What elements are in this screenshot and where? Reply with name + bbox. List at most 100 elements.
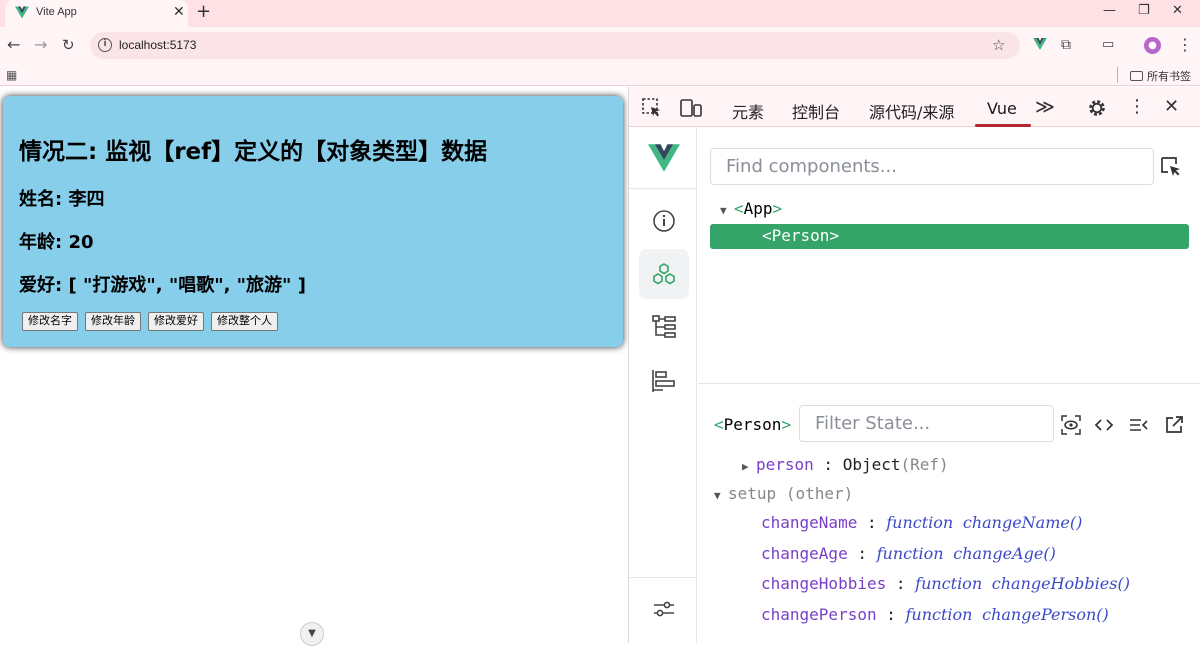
sidebar-divider [629, 577, 697, 578]
collapse-triangle-icon[interactable]: ▼ [714, 489, 728, 502]
vue-sidebar [629, 128, 697, 643]
expand-triangle-icon[interactable]: ▶ [742, 460, 756, 473]
devtools-menu-icon[interactable]: ⋮ [1128, 97, 1146, 117]
state-colon: : [857, 513, 887, 532]
code-icon[interactable] [1094, 415, 1114, 435]
state-colon: : [876, 605, 906, 624]
find-components-box[interactable] [710, 148, 1154, 185]
state-colon: : [847, 544, 877, 563]
function-signature: changeName() [962, 513, 1083, 532]
all-bookmarks-folder[interactable]: 所有书签 [1130, 68, 1191, 84]
scroll-down-icon[interactable]: ▼ [300, 622, 324, 646]
tag-open-bracket: < [762, 226, 772, 245]
vue-devtools-extension-icon[interactable] [1033, 38, 1047, 50]
sidebar-item-tree[interactable] [639, 302, 689, 352]
all-bookmarks-label: 所有书签 [1147, 70, 1191, 83]
hobby-line: 爱好: [ "打游戏", "唱歌", "旅游" ] [19, 275, 306, 296]
component-tree-icon [652, 315, 676, 338]
more-tabs-icon[interactable]: ≫ [1035, 97, 1055, 117]
tree-node-label: Person [771, 226, 830, 245]
function-keyword: function [876, 544, 944, 563]
browser-tab[interactable]: Vite App ✕ [5, 0, 188, 27]
cast-icon[interactable]: ▭ [1102, 36, 1114, 54]
bookmark-star-icon[interactable]: ☆ [992, 36, 1005, 54]
tree-node-label: App [743, 199, 773, 218]
name-line: 姓名: 李四 [19, 189, 105, 210]
devtools-panel: 元素 控制台 源代码/来源 Vue ≫ ⋮ ✕ Find components.… [628, 87, 1200, 643]
expand-triangle-icon[interactable]: ▼ [720, 204, 734, 217]
filter-state-input[interactable] [800, 406, 1053, 441]
tab-vue[interactable]: Vue [987, 99, 1017, 118]
devtools-close-icon[interactable]: ✕ [1164, 97, 1179, 117]
tree-node-person-selected[interactable]: <Person> [710, 224, 1189, 249]
select-component-icon[interactable] [1160, 156, 1182, 178]
state-row-change-hobbies[interactable]: changeHobbies : function changeHobbies() [761, 574, 1130, 593]
bookmarks-bar: ▦ 所有书签 [0, 64, 1200, 86]
change-age-button[interactable]: 修改年龄 [85, 312, 141, 331]
reload-icon[interactable]: ↻ [62, 36, 75, 54]
state-row-change-person[interactable]: changePerson : function changePerson() [761, 605, 1109, 624]
component-tree-pane: ▼<App> <Person> [698, 128, 1200, 384]
settings-gear-icon[interactable] [1086, 97, 1108, 119]
vue-logo-icon [648, 144, 680, 172]
change-person-button[interactable]: 修改整个人 [211, 312, 278, 331]
button-group: 修改名字 修改年龄 修改爱好 修改整个人 [22, 312, 278, 331]
forward-icon[interactable]: → [34, 36, 47, 54]
profile-avatar[interactable]: ● [1144, 37, 1161, 54]
state-key: changeHobbies [761, 574, 887, 593]
state-key: changeName [761, 513, 858, 532]
state-key: person [756, 455, 814, 474]
apps-grid-icon[interactable]: ▦ [6, 68, 17, 82]
tree-node-app[interactable]: ▼ <App> [720, 199, 782, 218]
sidebar-item-components[interactable] [639, 249, 689, 299]
active-tab-indicator [975, 124, 1031, 127]
tree-node-person[interactable]: <Person> [762, 226, 839, 245]
state-row-change-age[interactable]: changeAge : function changeAge() [761, 544, 1056, 563]
extensions-icon[interactable]: ⧉ [1061, 36, 1071, 54]
device-toolbar-icon[interactable] [680, 98, 702, 118]
change-name-button[interactable]: 修改名字 [22, 312, 78, 331]
collapse-list-icon[interactable] [1129, 415, 1149, 435]
site-info-icon[interactable]: i [98, 38, 112, 52]
minimize-icon[interactable]: — [1103, 3, 1116, 18]
section-sublabel: (other) [785, 484, 854, 503]
function-keyword: function [905, 605, 973, 624]
back-icon[interactable]: ← [7, 36, 20, 54]
bookmarks-separator [1117, 67, 1118, 83]
window-close-icon[interactable]: ✕ [1172, 3, 1183, 18]
new-tab-icon[interactable]: + [196, 2, 211, 22]
change-hobbies-button[interactable]: 修改爱好 [148, 312, 204, 331]
open-in-editor-icon[interactable] [1164, 415, 1184, 435]
state-row-change-name[interactable]: changeName : function changeName() [761, 513, 1082, 532]
page-heading: 情况二: 监视【ref】定义的【对象类型】数据 [19, 139, 488, 165]
inspected-component-name: Person [723, 415, 782, 434]
address-bar[interactable]: i localhost:5173 ☆ [90, 32, 1020, 59]
tab-console[interactable]: 控制台 [792, 99, 840, 123]
inspect-element-icon[interactable] [642, 98, 662, 118]
info-icon [653, 210, 675, 232]
timeline-icon [652, 370, 675, 392]
function-signature: changePerson() [982, 605, 1109, 624]
sidebar-item-timeline[interactable] [639, 356, 689, 406]
tab-sources[interactable]: 源代码/来源 [869, 99, 954, 123]
section-label: setup [728, 484, 777, 503]
restore-icon[interactable]: ❐ [1138, 3, 1150, 18]
state-colon: : [886, 574, 916, 593]
tag-close-bracket: > [772, 199, 783, 218]
filter-state-box[interactable] [799, 405, 1054, 442]
person-card: 情况二: 监视【ref】定义的【对象类型】数据 姓名: 李四 年龄: 20 爱好… [3, 96, 623, 347]
state-colon: : [813, 455, 843, 474]
find-components-input[interactable] [711, 149, 1153, 184]
url-text[interactable]: localhost:5173 [119, 38, 196, 52]
browser-menu-icon[interactable]: ⋮ [1177, 36, 1193, 54]
state-row-person[interactable]: ▶ person : Object(Ref) [742, 455, 949, 474]
tab-elements[interactable]: 元素 [732, 99, 764, 123]
tab-close-icon[interactable]: ✕ [173, 4, 185, 20]
sidebar-item-info[interactable] [639, 196, 689, 246]
scroll-to-component-icon[interactable] [1061, 415, 1081, 435]
vue-logo-icon [15, 6, 29, 19]
components-icon [653, 263, 675, 285]
function-keyword: function [915, 574, 983, 593]
state-section-setup[interactable]: ▼ setup (other) [714, 484, 853, 503]
sidebar-item-settings[interactable] [639, 584, 689, 634]
